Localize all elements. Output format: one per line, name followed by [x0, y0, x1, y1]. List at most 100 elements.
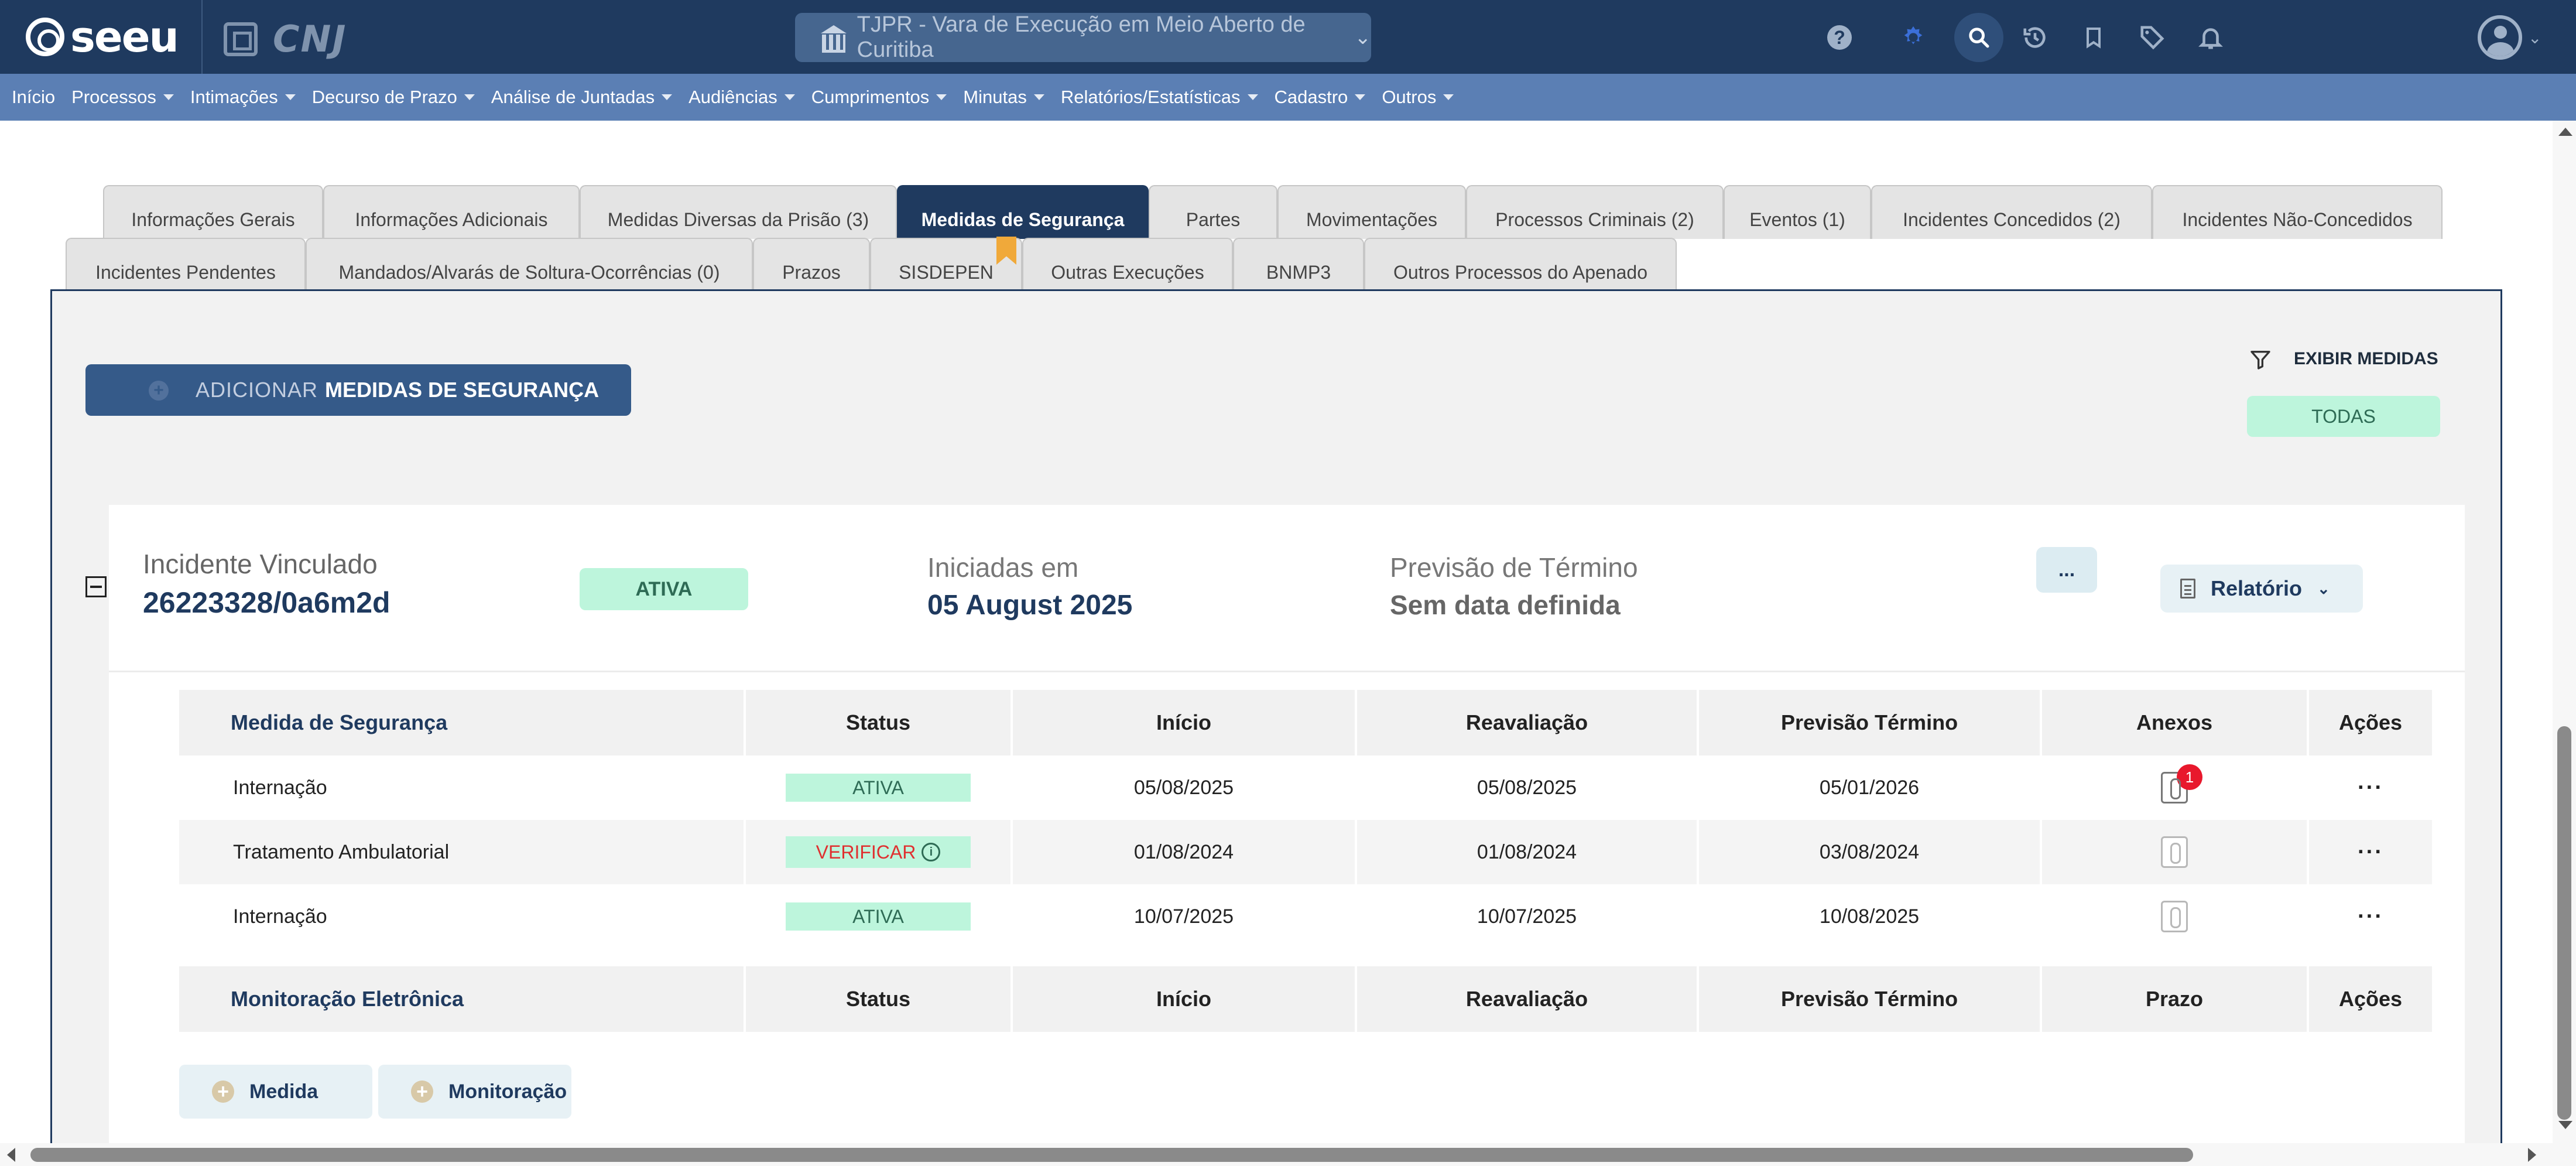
history-icon[interactable]: [2010, 13, 2060, 62]
help-icon[interactable]: ?: [1815, 13, 1864, 62]
menu-item[interactable]: Decurso de Prazo: [312, 87, 475, 108]
menu-item-label: Cadastro: [1274, 87, 1348, 107]
tab-informacoes-adicionais[interactable]: Informações Adicionais: [323, 185, 580, 239]
menu-item[interactable]: Relatórios/Estatísticas: [1061, 87, 1258, 108]
vertical-scrollbar[interactable]: [2553, 121, 2576, 1166]
theme-icon[interactable]: [1889, 13, 1938, 62]
menu-item-label: Decurso de Prazo: [311, 87, 457, 107]
tab-outros-processos-apenado[interactable]: Outros Processos do Apenado: [1364, 238, 1677, 292]
scroll-up-icon[interactable]: [2558, 128, 2572, 136]
tab-processos-criminais[interactable]: Processos Criminais (2): [1466, 185, 1724, 239]
horizontal-scroll-thumb[interactable]: [30, 1148, 2193, 1162]
tab-eventos[interactable]: Eventos (1): [1724, 185, 1871, 239]
tab-bnmp3[interactable]: BNMP3: [1233, 238, 1364, 292]
add-button-prefix: ADICIONAR: [196, 378, 318, 402]
caret-down-icon: [1247, 94, 1258, 100]
courthouse-icon: [821, 25, 847, 53]
menu-item-label: Outros: [1382, 87, 1437, 107]
tab-partes[interactable]: Partes: [1149, 185, 1277, 239]
menu-item[interactable]: Audiências: [688, 87, 795, 108]
tab-incidentes-pendentes[interactable]: Incidentes Pendentes: [66, 238, 306, 292]
start-date: 05/08/2025: [1133, 776, 1234, 799]
filter-all-button[interactable]: TODAS: [2247, 396, 2440, 437]
tab-medidas-diversas[interactable]: Medidas Diversas da Prisão (3): [580, 185, 897, 239]
add-monitoring-button[interactable]: + Monitoração: [378, 1065, 571, 1119]
horizontal-scrollbar[interactable]: [0, 1143, 2553, 1166]
tab-outras-execucoes[interactable]: Outras Execuções: [1022, 238, 1233, 292]
tab-informacoes-gerais[interactable]: Informações Gerais: [103, 185, 323, 239]
menu-item[interactable]: Outros: [1382, 87, 1454, 108]
incident-card-header: [109, 505, 2465, 672]
column-header: Monitoração Eletrônica: [179, 966, 744, 1032]
menu-item[interactable]: Análise de Juntadas: [491, 87, 673, 108]
column-header: Reavaliação: [1357, 966, 1697, 1032]
header-divider: [201, 0, 203, 74]
search-icon[interactable]: [1954, 13, 2003, 62]
attachment-icon[interactable]: [2161, 901, 2188, 932]
attachment-icon[interactable]: 1: [2161, 764, 2202, 803]
attachment-icon[interactable]: [2161, 836, 2188, 868]
menu-item[interactable]: Minutas: [963, 87, 1044, 108]
start-date: 10/07/2025: [1133, 905, 1234, 928]
tab-incidentes-nao-concedidos[interactable]: Incidentes Não-Concedidos: [2152, 185, 2443, 239]
measures-table-header: Medida de Segurança Status Início Reaval…: [179, 690, 2432, 755]
bookmark-icon[interactable]: [2069, 13, 2118, 62]
add-measure-button[interactable]: + Medida: [179, 1065, 372, 1119]
tag-icon[interactable]: [2128, 13, 2177, 62]
scroll-right-icon[interactable]: [2528, 1148, 2536, 1162]
vertical-scroll-thumb[interactable]: [2557, 726, 2571, 1120]
tab-mandados-alvaras[interactable]: Mandados/Alvarás de Soltura-Ocorrências …: [306, 238, 753, 292]
menu-item-label: Relatórios/Estatísticas: [1060, 87, 1241, 107]
add-security-measure-button[interactable]: + ADICIONAR MEDIDAS DE SEGURANÇA: [85, 364, 631, 416]
incident-number[interactable]: 26223328/0a6m2d: [143, 586, 390, 620]
menu-item[interactable]: Cadastro: [1275, 87, 1366, 108]
menu-item[interactable]: Processos: [71, 87, 174, 108]
row-actions-menu-icon[interactable]: ···: [2358, 904, 2383, 929]
menu-item[interactable]: Cumprimentos: [811, 87, 947, 108]
cnj-logo-text: CNJ: [273, 18, 347, 60]
row-actions-menu-icon[interactable]: ···: [2358, 840, 2383, 865]
scroll-down-icon[interactable]: [2558, 1121, 2572, 1129]
status-badge: ATIVA: [786, 902, 971, 931]
chevron-down-icon: ⌄: [2317, 579, 2330, 597]
plus-circle-icon: +: [149, 381, 169, 401]
tab-movimentacoes[interactable]: Movimentações: [1277, 185, 1466, 239]
caret-down-icon: [163, 94, 174, 100]
table-row: Internação ATIVA 10/07/2025 10/07/2025 1…: [179, 884, 2432, 949]
incident-status-badge: ATIVA: [580, 568, 748, 610]
table-row: Internação ATIVA 05/08/2025 05/08/2025 0…: [179, 755, 2432, 820]
caret-down-icon: [784, 94, 795, 100]
status-badge: VERIFICAR i: [786, 836, 971, 868]
report-dropdown-button[interactable]: Relatório ⌄: [2160, 565, 2363, 613]
bell-icon[interactable]: [2186, 13, 2235, 62]
column-header: Previsão Término: [1699, 690, 2040, 755]
column-header: Ações: [2309, 690, 2432, 755]
user-menu-button[interactable]: ⌄: [2478, 13, 2548, 62]
actions-cell: ···: [2309, 820, 2432, 884]
scroll-left-icon[interactable]: [7, 1148, 15, 1162]
menu-item-label: Minutas: [963, 87, 1027, 107]
more-options-button[interactable]: ...: [2036, 547, 2097, 593]
add-measure-label: Medida: [249, 1080, 318, 1103]
court-selector[interactable]: TJPR - Vara de Execução em Meio Aberto d…: [795, 12, 1371, 62]
column-header: Previsão Término: [1699, 966, 2040, 1032]
caret-down-icon: [1355, 94, 1366, 100]
start-date-label: Iniciadas em: [927, 552, 1079, 583]
row-actions-menu-icon[interactable]: ···: [2358, 775, 2383, 801]
reassessment-date: 10/07/2025: [1477, 905, 1577, 928]
chevron-down-icon: ⌄: [2528, 28, 2542, 47]
attachment-count-badge: 1: [2177, 764, 2202, 790]
info-icon[interactable]: i: [922, 843, 941, 861]
collapse-icon[interactable]: [85, 576, 107, 597]
tab-incidentes-concedidos[interactable]: Incidentes Concedidos (2): [1871, 185, 2152, 239]
menu-item[interactable]: Intimações: [190, 87, 296, 108]
column-header: Anexos: [2042, 690, 2307, 755]
tab-medidas-de-seguranca[interactable]: Medidas de Segurança: [897, 185, 1149, 239]
seeu-logo[interactable]: seeu: [26, 12, 179, 61]
filter-icon[interactable]: [2248, 348, 2273, 371]
menu-item[interactable]: Início: [12, 87, 55, 108]
caret-down-icon: [464, 94, 475, 100]
tab-prazos[interactable]: Prazos: [753, 238, 870, 292]
cnj-logo: CNJ: [224, 18, 347, 60]
start-date-value: 05 August 2025: [927, 590, 1133, 621]
